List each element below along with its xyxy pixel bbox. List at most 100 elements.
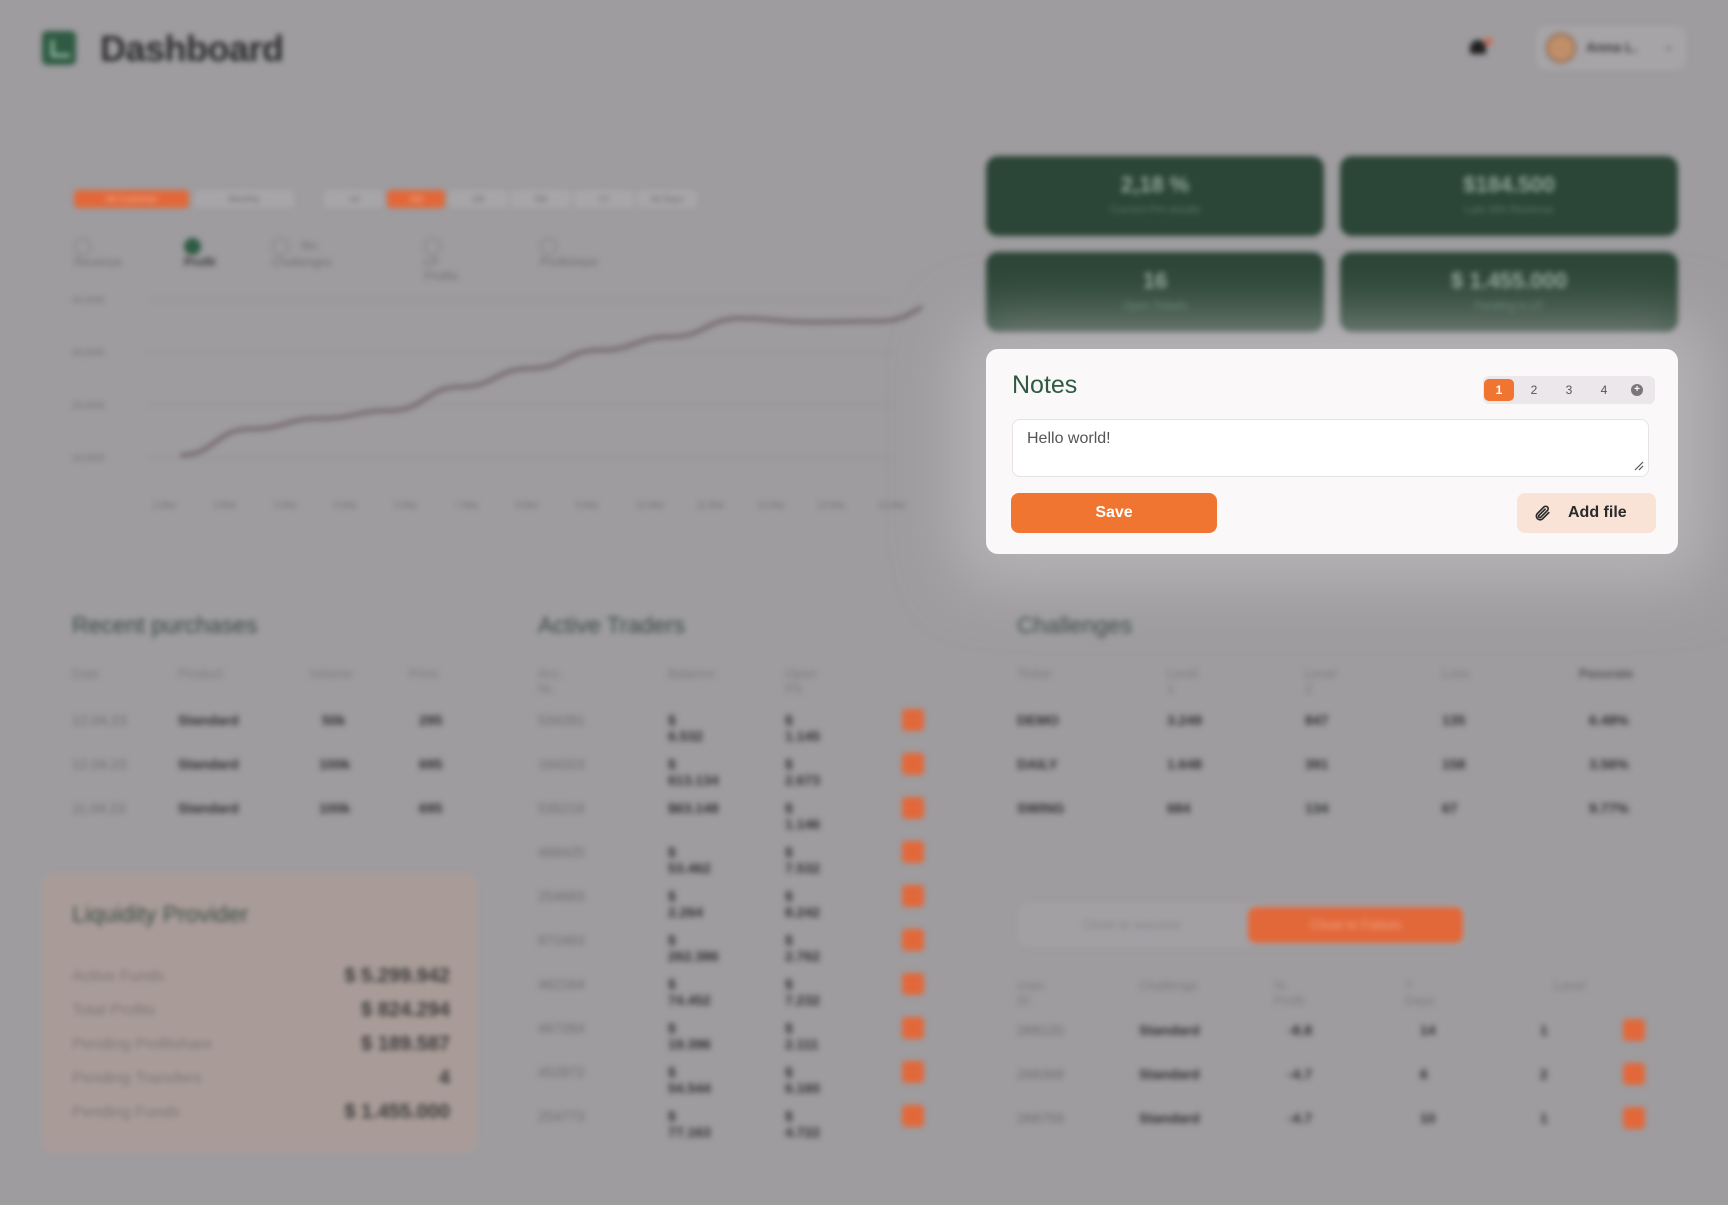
- table-cell: Standard: [1139, 1110, 1200, 1126]
- page-2-button[interactable]: 2: [1519, 379, 1549, 401]
- table-cell: 535218: [538, 800, 585, 816]
- add-file-button[interactable]: Add file: [1517, 493, 1656, 533]
- liquidity-provider-title: Liquidity Provider: [72, 901, 249, 927]
- page-4-button[interactable]: 4: [1589, 379, 1619, 401]
- stat-label: Pending in LP: [1474, 300, 1544, 312]
- table-cell: 9.77%: [1589, 800, 1629, 816]
- column-header: Product: [178, 666, 223, 681]
- table-cell: $ 2.762: [785, 932, 821, 964]
- recent-purchases-title: Recent purchases: [72, 612, 258, 638]
- resize-handle-icon[interactable]: [1634, 461, 1644, 471]
- open-arrow-icon[interactable]: [902, 885, 924, 907]
- table-cell: 1.648: [1167, 756, 1203, 772]
- open-arrow-icon[interactable]: [1623, 1019, 1645, 1041]
- user-name: Anna L.: [1586, 39, 1638, 55]
- y-tick-label: 20,000€: [72, 400, 105, 410]
- table-cell: 684: [1167, 800, 1191, 816]
- table-cell: $ 19.396: [668, 1020, 711, 1052]
- toggle-profitshare[interactable]: Profitshare: [540, 238, 598, 269]
- save-button[interactable]: Save: [1011, 493, 1217, 533]
- table-cell: 14: [1420, 1022, 1436, 1038]
- table-cell: 847: [1305, 712, 1329, 728]
- x-tick-label: 9.Mar: [576, 500, 599, 510]
- tab-1w[interactable]: 1W: [387, 190, 445, 208]
- toggle-revenue[interactable]: Revenue: [74, 238, 122, 269]
- table-cell: 462164: [538, 976, 585, 992]
- tab-all-customer[interactable]: All Customer: [74, 190, 189, 208]
- liquidity-provider-card: Liquidity Provider Active Funds $ 5.299.9…: [42, 873, 477, 1153]
- table-cell: 158: [1442, 756, 1466, 772]
- toggle-challenges[interactable]: No. Challenges: [272, 238, 332, 269]
- table-cell: 695: [419, 756, 443, 772]
- toggle-profit[interactable]: Profit: [184, 238, 215, 269]
- bell-icon[interactable]: [1470, 38, 1492, 58]
- table-cell: 452872: [538, 1064, 585, 1080]
- open-arrow-icon[interactable]: [1623, 1107, 1645, 1129]
- notes-panel: Notes 1 2 3 4 + Hello world! Save Add fi…: [986, 349, 1678, 554]
- table-cell: 3.56%: [1589, 756, 1629, 772]
- table-cell: $ 2.264: [668, 888, 704, 920]
- column-header: Balance: [668, 666, 715, 681]
- open-arrow-icon[interactable]: [902, 753, 924, 775]
- table-cell: 1: [1540, 1022, 1548, 1038]
- column-header: Level 2: [1305, 666, 1337, 696]
- avatar: [1546, 33, 1576, 63]
- table-cell: $ 6.160: [785, 1064, 821, 1096]
- user-menu[interactable]: Anna L. ⌄: [1536, 26, 1686, 70]
- table-cell: DEMO: [1017, 712, 1059, 728]
- table-cell: Standard: [178, 756, 239, 772]
- open-arrow-icon[interactable]: [902, 1017, 924, 1039]
- table-cell: 135: [1442, 712, 1466, 728]
- table-cell: 467264: [538, 1020, 585, 1036]
- table-cell: 11.04.23: [72, 800, 126, 816]
- table-cell: $ 74.452: [668, 976, 711, 1008]
- column-header: Loss: [1442, 666, 1470, 681]
- tab-6m[interactable]: 6M: [511, 190, 571, 208]
- chart-logo-icon: [42, 31, 76, 65]
- page-title: Dashboard: [100, 28, 284, 69]
- column-header: Level: [1554, 978, 1586, 993]
- stat-card-revenue: $184.500 Last 30h Revenue: [1340, 156, 1678, 236]
- open-arrow-icon[interactable]: [902, 973, 924, 995]
- tab-1d[interactable]: 1d: [324, 190, 384, 208]
- tab-all-days[interactable]: All Days: [637, 190, 697, 208]
- x-tick-label: 10.Mar: [636, 500, 664, 510]
- x-tick-label: 14.Mar: [878, 500, 906, 510]
- table-cell: 6.48%: [1589, 712, 1629, 728]
- page-1-button[interactable]: 1: [1484, 379, 1514, 401]
- close-to-success-toggle[interactable]: Close to success: [1024, 907, 1239, 943]
- active-traders-title: Active Traders: [538, 612, 685, 638]
- stat-label: Open Tickets: [1122, 300, 1188, 312]
- x-tick-label: 8.Mar: [516, 500, 539, 510]
- column-header: Date: [72, 666, 100, 681]
- x-tick-label: 7.Mar: [455, 500, 478, 510]
- open-arrow-icon[interactable]: [902, 929, 924, 951]
- toggle-lp-profits[interactable]: LP Profits: [424, 238, 458, 283]
- table-cell: 12.04.23: [72, 756, 127, 772]
- open-arrow-icon[interactable]: [902, 841, 924, 863]
- tab-1y[interactable]: 1Y: [574, 190, 634, 208]
- table-cell: 254773: [538, 1108, 585, 1124]
- x-tick-label: 6.Mar: [395, 500, 418, 510]
- note-textarea[interactable]: Hello world!: [1012, 419, 1649, 477]
- open-arrow-icon[interactable]: [902, 1105, 924, 1127]
- open-arrow-icon[interactable]: [902, 709, 924, 731]
- page-3-button[interactable]: 3: [1554, 379, 1584, 401]
- table-cell: 268368: [1017, 1066, 1064, 1082]
- column-header: ?Days: [1405, 978, 1435, 1008]
- open-arrow-icon[interactable]: [902, 797, 924, 819]
- add-page-icon[interactable]: +: [1631, 384, 1643, 396]
- tab-monthly[interactable]: Monthly: [194, 190, 294, 208]
- table-cell: 468425: [538, 844, 585, 860]
- table-cell: Standard: [1139, 1066, 1200, 1082]
- close-to-failure-toggle[interactable]: Close to Failure: [1248, 907, 1463, 943]
- column-header: Ticker: [1017, 666, 1052, 681]
- tab-1m[interactable]: 1M: [448, 190, 508, 208]
- open-arrow-icon[interactable]: [1623, 1063, 1645, 1085]
- table-cell: 67: [1442, 800, 1458, 816]
- stat-card-pnl: 2,18 % Current Pnl results: [986, 156, 1324, 236]
- notes-title: Notes: [1012, 371, 1078, 399]
- table-cell: 1: [1540, 1110, 1548, 1126]
- table-cell: $ 54.544: [668, 1064, 711, 1096]
- open-arrow-icon[interactable]: [902, 1061, 924, 1083]
